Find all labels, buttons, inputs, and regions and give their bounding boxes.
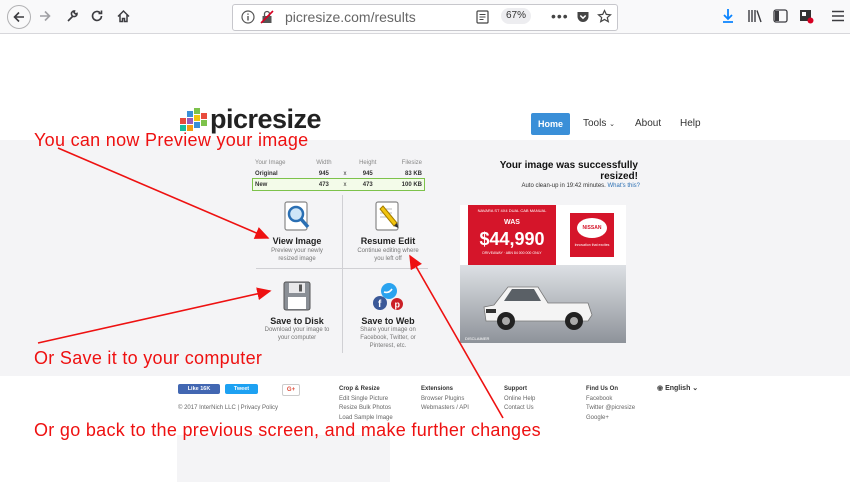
annotation-arrows xyxy=(37,147,504,419)
arrow-to-view-image xyxy=(57,147,270,239)
arrow-to-save-to-disk xyxy=(37,287,272,344)
arrow-to-resume-edit xyxy=(409,254,504,419)
annotation-preview: You can now Preview your image xyxy=(34,130,309,150)
annotation-go-back: Or go back to the previous screen, and m… xyxy=(34,420,541,440)
annotation-save: Or Save it to your computer xyxy=(34,348,263,368)
